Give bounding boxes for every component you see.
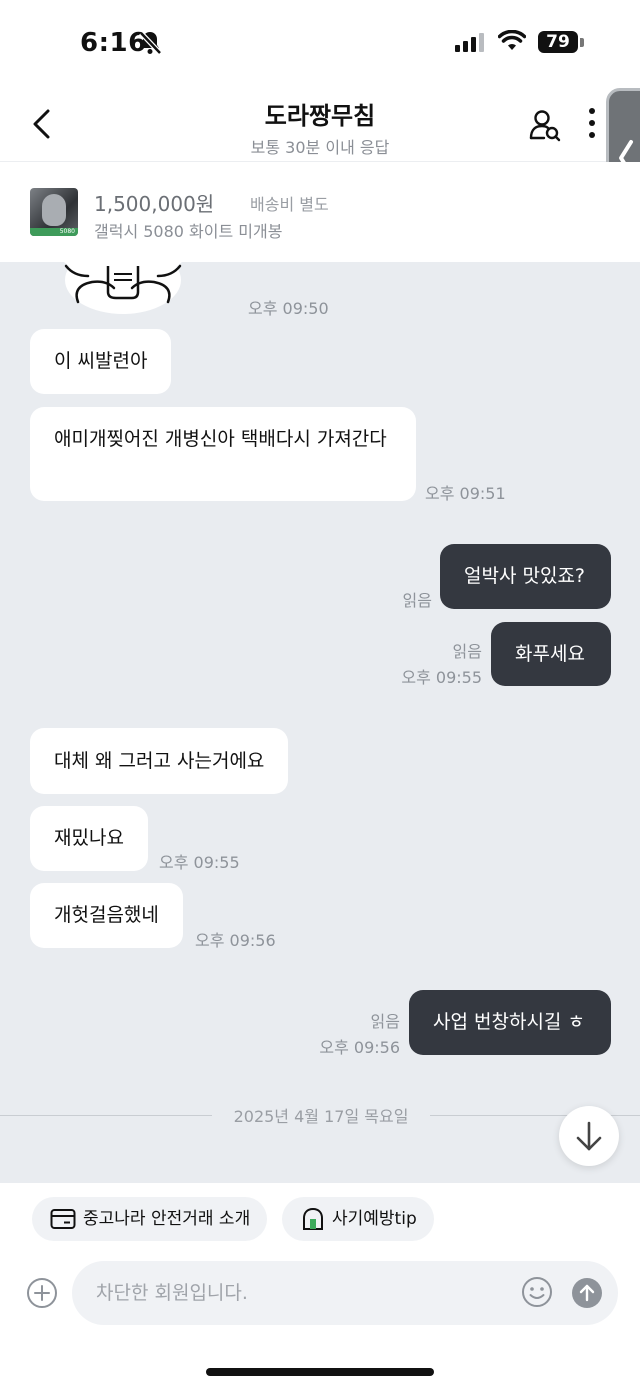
cellular-signal-icon — [455, 33, 484, 52]
shipping-note: 배송비 별도 — [250, 195, 329, 214]
dot-icon — [589, 132, 595, 138]
arrow-up-icon — [579, 1284, 595, 1302]
date-separator: 2025년 4월 17일 목요일 — [0, 1103, 640, 1129]
message-bubble-received: 애미개찢어진 개병신아 택배다시 가져간다 — [30, 407, 416, 501]
product-price: 1,500,000원 — [94, 192, 215, 216]
battery-tip — [580, 38, 584, 47]
composer-area: 중고나라 안전거래 소개 사기예방tip — [0, 1183, 640, 1388]
shield-icon — [303, 1207, 323, 1230]
thumbnail-tag: 5080 — [59, 228, 75, 235]
date-label: 2025년 4월 17일 목요일 — [233, 1107, 409, 1126]
message-time: 오후 09:50 — [248, 299, 329, 318]
bell-muted-icon — [138, 30, 162, 60]
read-receipt: 읽음 — [402, 591, 432, 610]
dot-icon — [589, 108, 595, 114]
sticker-image — [62, 262, 184, 314]
safe-trade-chip[interactable]: 중고나라 안전거래 소개 — [32, 1197, 267, 1241]
message-bubble-received: 이 씨발련아 — [30, 329, 172, 394]
message-time: 오후 09:56 — [319, 1038, 400, 1057]
dot-icon — [589, 120, 595, 126]
message-bubble-received: 개헛걸음했네 — [30, 883, 183, 948]
status-time: 6:16 — [80, 28, 147, 58]
user-search-button[interactable] — [528, 108, 562, 146]
more-options-button[interactable] — [589, 108, 595, 138]
read-receipt: 읽음 — [452, 642, 482, 661]
message-time: 오후 09:55 — [401, 668, 482, 687]
chat-header: 도라짱무침 보통 30분 이내 응답 — [0, 88, 640, 162]
smiley-icon — [522, 1277, 552, 1307]
message-time: 오후 09:55 — [159, 853, 240, 872]
product-name: 갤럭시 5080 화이트 미개봉 — [94, 222, 283, 241]
plus-circle-icon — [27, 1278, 57, 1308]
message-time: 오후 09:51 — [425, 484, 506, 503]
send-button[interactable] — [572, 1278, 602, 1308]
message-bubble-received: 대체 왜 그러고 사는거에요 — [30, 728, 289, 794]
message-bubble-received: 재밌나요 — [30, 806, 148, 871]
user-search-icon — [529, 110, 561, 142]
message-bubble-sent: 얼박사 맛있죠? — [440, 544, 611, 609]
message-bubble-sent: 사업 번창하시길 ㅎ — [409, 990, 611, 1055]
arrow-down-icon — [576, 1121, 602, 1151]
product-summary[interactable]: 5080 1,500,000원 배송비 별도 갤럭시 5080 화이트 미개봉 — [0, 162, 640, 262]
emoji-button[interactable] — [521, 1276, 553, 1312]
home-indicator — [206, 1368, 434, 1376]
add-attachment-button[interactable] — [26, 1277, 58, 1313]
card-icon — [50, 1209, 76, 1229]
fraud-tip-label: 사기예방tip — [332, 1209, 417, 1229]
fraud-tip-chip[interactable]: 사기예방tip — [282, 1197, 434, 1241]
battery-indicator: 79 — [538, 31, 578, 53]
scroll-to-bottom-button[interactable] — [559, 1106, 619, 1166]
read-receipt: 읽음 — [370, 1012, 400, 1031]
message-bubble-sent: 화푸세요 — [491, 622, 611, 686]
status-bar: 6:16 79 — [0, 0, 640, 88]
safe-trade-label: 중고나라 안전거래 소개 — [83, 1209, 251, 1229]
product-thumbnail: 5080 — [30, 188, 78, 236]
wifi-icon — [497, 29, 527, 56]
message-time: 오후 09:56 — [195, 931, 276, 950]
